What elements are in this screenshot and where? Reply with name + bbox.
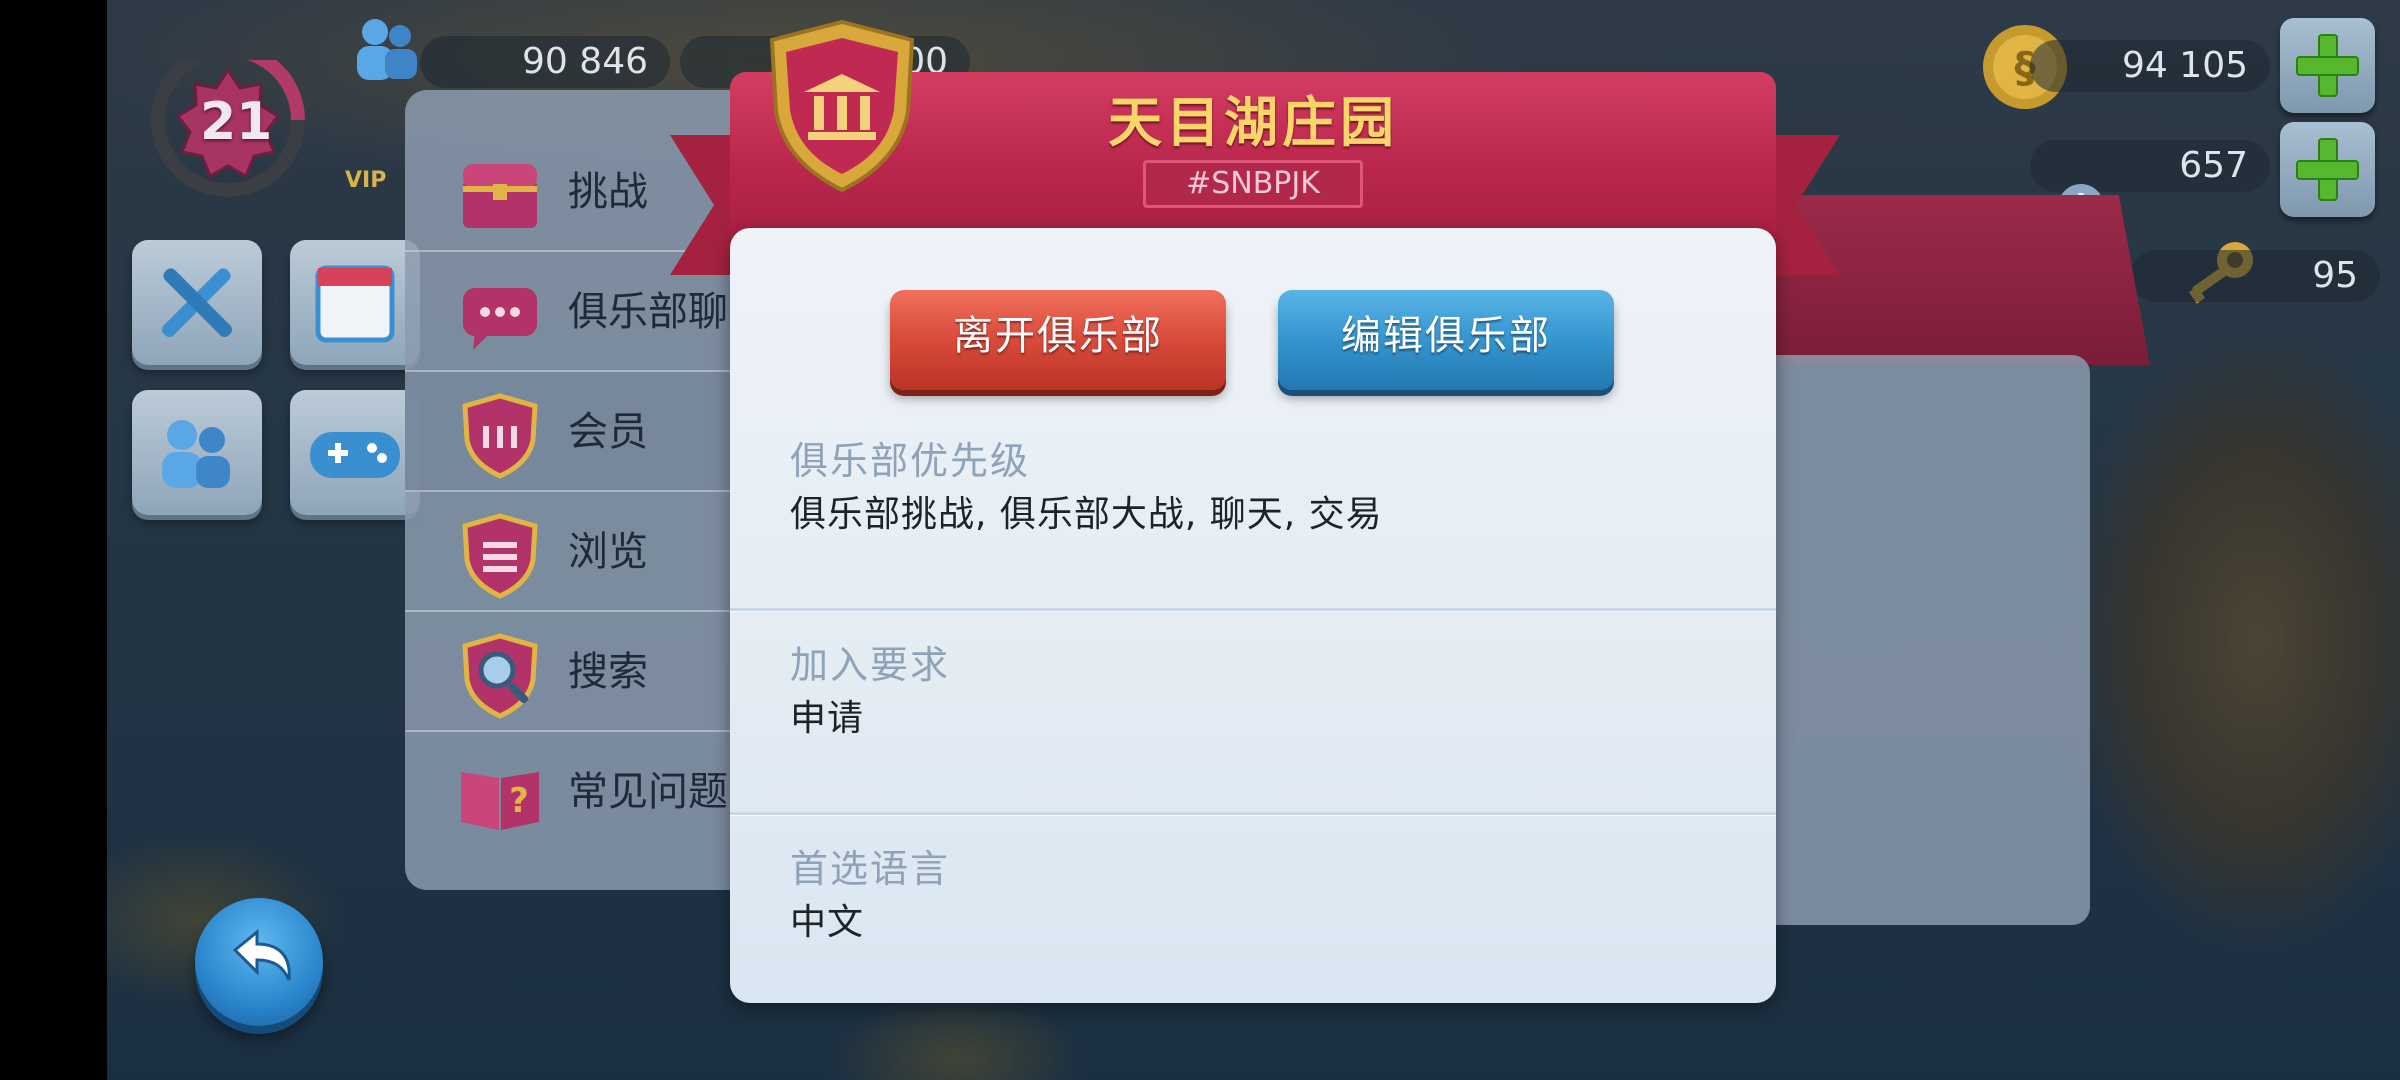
menu-item-browse[interactable]: 浏览 xyxy=(405,492,735,612)
vip-badge[interactable]: VIP xyxy=(345,168,386,193)
social-button[interactable] xyxy=(132,390,262,515)
undo-arrow-icon xyxy=(232,928,291,981)
section-value: 申请 xyxy=(790,698,865,739)
chat-bubble-icon xyxy=(463,288,537,350)
section-label: 加入要求 xyxy=(790,643,951,687)
events-calendar-button[interactable] xyxy=(290,240,420,365)
build-tools-button[interactable] xyxy=(132,240,262,365)
population-icon xyxy=(357,19,417,80)
magnifier-icon xyxy=(462,633,538,719)
menu-item-label: 搜索 xyxy=(568,649,648,695)
club-name-title: 天目湖庄园 xyxy=(1108,91,1398,154)
treasure-chest-icon xyxy=(463,164,537,228)
club-tag: #SNBPJK xyxy=(1143,160,1363,208)
calendar-icon xyxy=(315,265,395,343)
section-label: 首选语言 xyxy=(790,847,951,891)
menu-item-label: 浏览 xyxy=(568,529,648,575)
section-value: 中文 xyxy=(790,902,865,943)
svg-text:?: ? xyxy=(509,781,529,821)
population-count: 90 846 xyxy=(420,36,670,88)
menu-item-members[interactable]: 会员 xyxy=(405,372,735,492)
menu-item-search[interactable]: 搜索 xyxy=(405,612,735,732)
simoleon-count: 94 105 xyxy=(2030,40,2270,92)
back-button[interactable] xyxy=(195,898,323,1026)
section-divider xyxy=(730,812,1776,815)
book-question-icon: ? xyxy=(461,772,539,830)
add-simcash-button[interactable] xyxy=(2280,122,2375,217)
simcash-count: 657 xyxy=(2030,140,2270,192)
background-ribbon xyxy=(1760,195,2150,365)
menu-item-label: 常见问题 xyxy=(568,769,728,815)
section-label: 俱乐部优先级 xyxy=(790,439,1031,483)
menu-item-label: 会员 xyxy=(568,409,648,455)
friends-icon xyxy=(162,420,230,488)
section-divider xyxy=(730,608,1776,611)
menu-item-label: 挑战 xyxy=(568,169,648,215)
gamepad-icon xyxy=(310,432,400,478)
games-button[interactable] xyxy=(290,390,420,515)
level-number: 21 xyxy=(200,92,273,152)
tools-icon xyxy=(162,268,232,337)
leave-club-button[interactable]: 离开俱乐部 xyxy=(890,290,1226,390)
add-simoleons-button[interactable] xyxy=(2280,18,2375,113)
section-value: 俱乐部挑战, 俱乐部大战, 聊天, 交易 xyxy=(790,494,1383,535)
menu-item-faq[interactable]: ? 常见问题 xyxy=(405,732,735,852)
key-count: 95 xyxy=(2130,250,2380,302)
edit-club-button[interactable]: 编辑俱乐部 xyxy=(1278,290,1614,390)
background-panel xyxy=(1750,355,2090,925)
list-shield-icon xyxy=(462,513,538,599)
club-shield-icon xyxy=(462,393,538,479)
